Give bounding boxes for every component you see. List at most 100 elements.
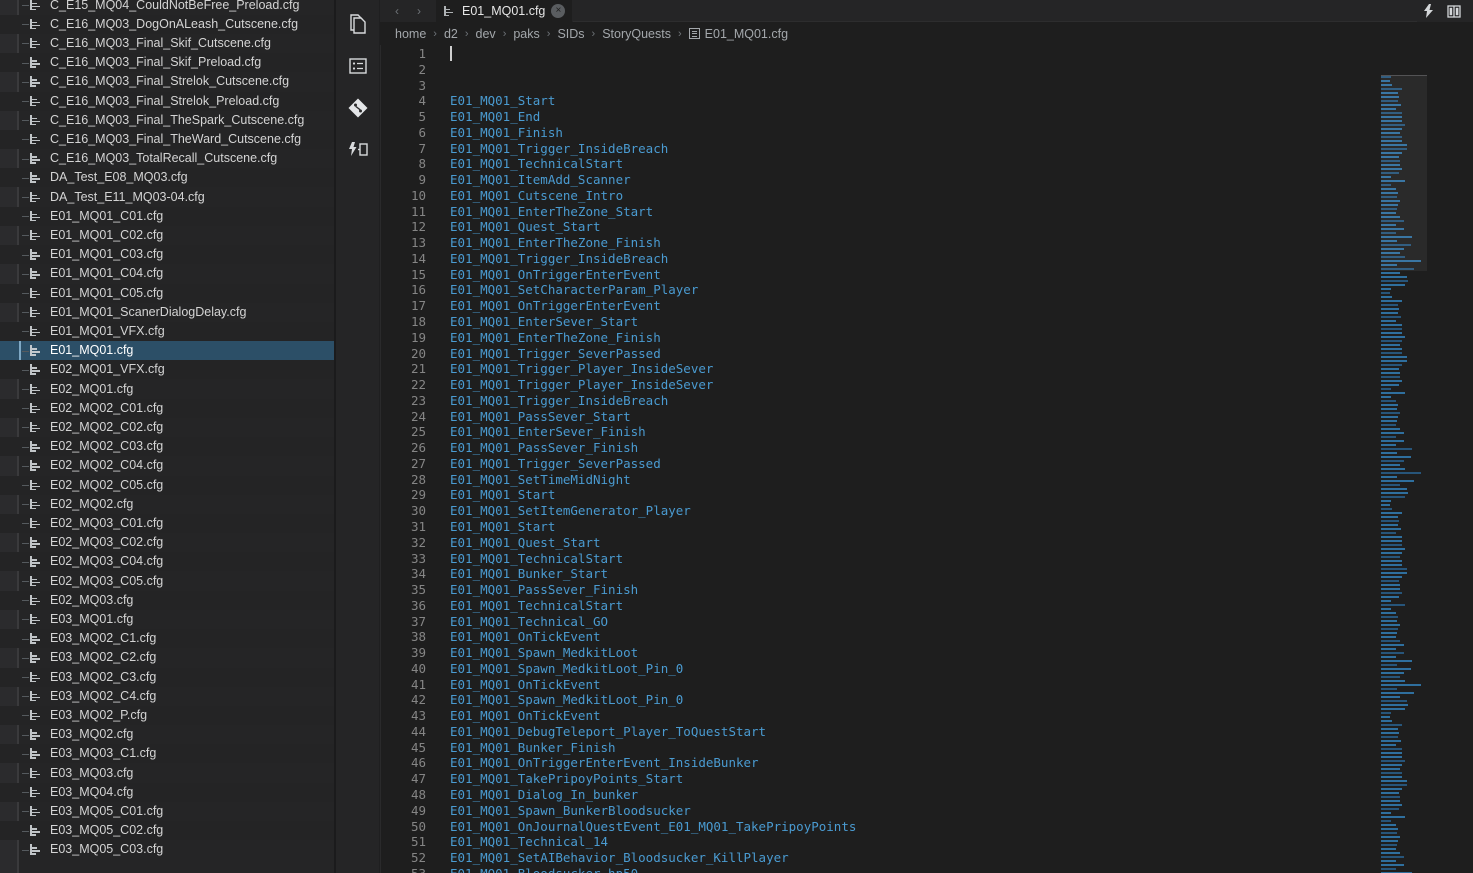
- nav-back-button[interactable]: ‹: [386, 0, 408, 22]
- file-tree-item[interactable]: DA_Test_E11_MQ03-04.cfg: [0, 188, 334, 207]
- code-line[interactable]: E01_MQ01_Trigger_SeverPassed: [450, 346, 1473, 362]
- code-line[interactable]: E01_MQ01_Bunker_Start: [450, 566, 1473, 582]
- file-tree-item[interactable]: E02_MQ02_C03.cfg: [0, 437, 334, 457]
- breadcrumb-item[interactable]: E01_MQ01.cfg: [688, 27, 789, 41]
- code-line[interactable]: E01_MQ01_Trigger_InsideBreach: [450, 393, 1473, 409]
- code-line[interactable]: E01_MQ01_End: [450, 109, 1473, 125]
- file-tree-item[interactable]: E03_MQ02_C1.cfg: [0, 629, 334, 649]
- code-line[interactable]: E01_MQ01_Cutscene_Intro: [450, 188, 1473, 204]
- code-line[interactable]: E01_MQ01_SetItemGenerator_Player: [450, 503, 1473, 519]
- file-tree-item[interactable]: C_E16_MQ03_Final_Skif_Preload.cfg: [0, 53, 334, 73]
- file-tree-item[interactable]: E03_MQ03_C1.cfg: [0, 744, 334, 764]
- code-line[interactable]: E01_MQ01_Spawn_BunkerBloodsucker: [450, 803, 1473, 819]
- file-tree-item[interactable]: E03_MQ05_C03.cfg: [0, 840, 334, 859]
- code-line[interactable]: E01_MQ01_EnterSever_Finish: [450, 424, 1473, 440]
- code-line[interactable]: E01_MQ01_Trigger_Player_InsideSever: [450, 361, 1473, 377]
- file-tree-item[interactable]: E02_MQ02_C02.cfg: [0, 418, 334, 437]
- file-tree-item[interactable]: C_E16_MQ03_Final_TheSpark_Cutscene.cfg: [0, 111, 334, 130]
- breadcrumb[interactable]: home › d2 › dev › paks › SIDs › StoryQuests › E01_MQ…: [380, 22, 1473, 45]
- code-line[interactable]: E01_MQ01_ItemAdd_Scanner: [450, 172, 1473, 188]
- file-tree-item[interactable]: E02_MQ03_C05.cfg: [0, 572, 334, 591]
- file-tree-item[interactable]: E03_MQ04.cfg: [0, 782, 334, 802]
- minimap[interactable]: [1381, 75, 1427, 873]
- file-tree-item[interactable]: E03_MQ02_C3.cfg: [0, 667, 334, 687]
- file-tree-item[interactable]: E03_MQ02_C2.cfg: [0, 648, 334, 667]
- file-tree-item[interactable]: DA_Test_E08_MQ03.cfg: [0, 168, 334, 188]
- breadcrumb-item[interactable]: SIDs: [556, 27, 585, 41]
- code-line[interactable]: E01_MQ01_EnterTheZone_Finish: [450, 330, 1473, 346]
- outline-list-icon[interactable]: [336, 45, 380, 87]
- overview-ruler[interactable]: [1459, 75, 1473, 873]
- file-tree-item[interactable]: E03_MQ02_C4.cfg: [0, 687, 334, 706]
- code-line[interactable]: E01_MQ01_PassSever_Finish: [450, 582, 1473, 598]
- file-tree-item[interactable]: E01_MQ01_C01.cfg: [0, 206, 334, 226]
- file-tree-item[interactable]: E03_MQ02_P.cfg: [0, 705, 334, 726]
- source-control-diamond-icon[interactable]: [336, 87, 380, 129]
- code-line[interactable]: E01_MQ01_Dialog_In_bunker: [450, 787, 1473, 803]
- breadcrumb-item[interactable]: home: [394, 27, 427, 41]
- code-line[interactable]: E01_MQ01_Technical_14: [450, 834, 1473, 850]
- file-tree-item[interactable]: C_E16_MQ03_Final_Strelok_Preload.cfg: [0, 91, 334, 111]
- code-line[interactable]: E01_MQ01_Spawn_MedkitLoot_Pin_0: [450, 661, 1473, 677]
- file-tree-item[interactable]: E02_MQ03.cfg: [0, 590, 334, 610]
- code-line[interactable]: E01_MQ01_Start: [450, 519, 1473, 535]
- code-line[interactable]: E01_MQ01_SetCharacterParam_Player: [450, 282, 1473, 298]
- breadcrumb-item[interactable]: StoryQuests: [601, 27, 672, 41]
- file-tree-item[interactable]: E03_MQ05_C01.cfg: [0, 802, 334, 821]
- file-tree-item[interactable]: C_E16_MQ03_Final_TheWard_Cutscene.cfg: [0, 129, 334, 150]
- code-line[interactable]: E01_MQ01_EnterTheZone_Finish: [450, 235, 1473, 251]
- code-line[interactable]: E01_MQ01_Start: [450, 93, 1473, 109]
- split-editor-icon[interactable]: [1443, 0, 1465, 22]
- file-tree[interactable]: C_E15_MQ04_CouldNotBeFree_Preload.cfg C_E…: [0, 0, 334, 873]
- file-tree-item[interactable]: E01_MQ01_VFX.cfg: [0, 321, 334, 342]
- file-tree-item[interactable]: E01_MQ01_ScanerDialogDelay.cfg: [0, 303, 334, 322]
- code-line[interactable]: E01_MQ01_OnTickEvent: [450, 708, 1473, 724]
- code-line[interactable]: E01_MQ01_DebugTeleport_Player_ToQuestSta…: [450, 724, 1473, 740]
- explorer-copy-icon[interactable]: [336, 3, 380, 45]
- file-tree-item[interactable]: E02_MQ02_C05.cfg: [0, 475, 334, 495]
- breadcrumb-item[interactable]: d2: [443, 27, 459, 41]
- file-tree-item[interactable]: C_E15_MQ04_CouldNotBeFree_Preload.cfg: [0, 0, 334, 15]
- file-tree-item[interactable]: E03_MQ02.cfg: [0, 725, 334, 744]
- file-tree-item[interactable]: E02_MQ01.cfg: [0, 380, 334, 399]
- file-tree-item[interactable]: E02_MQ03_C01.cfg: [0, 513, 334, 534]
- nav-forward-button[interactable]: ›: [408, 0, 430, 22]
- file-tree-item[interactable]: C_E16_MQ03_DogOnALeash_Cutscene.cfg: [0, 14, 334, 34]
- run-debug-node-icon[interactable]: [336, 129, 380, 171]
- file-tree-item[interactable]: C_E16_MQ03_TotalRecall_Cutscene.cfg: [0, 149, 334, 168]
- code-line[interactable]: E01_MQ01_EnterTheZone_Start: [450, 204, 1473, 220]
- code-line[interactable]: E01_MQ01_Trigger_Player_InsideSever: [450, 377, 1473, 393]
- code-line[interactable]: E01_MQ01_OnTickEvent: [450, 677, 1473, 693]
- file-tree-item-selected[interactable]: E01_MQ01.cfg: [0, 341, 334, 361]
- code-line[interactable]: E01_MQ01_TakePripoyPoints_Start: [450, 771, 1473, 787]
- run-lightning-icon[interactable]: [1417, 0, 1439, 22]
- code-line[interactable]: E01_MQ01_PassSever_Finish: [450, 440, 1473, 456]
- code-line[interactable]: E01_MQ01_Technical_GO: [450, 614, 1473, 630]
- code-line[interactable]: E01_MQ01_EnterSever_Start: [450, 314, 1473, 330]
- file-tree-item[interactable]: E02_MQ03_C04.cfg: [0, 552, 334, 572]
- code-line[interactable]: E01_MQ01_OnTriggerEnterEvent: [450, 267, 1473, 283]
- code-line[interactable]: E01_MQ01_OnTickEvent: [450, 629, 1473, 645]
- file-tree-item[interactable]: C_E16_MQ03_Final_Strelok_Cutscene.cfg: [0, 72, 334, 91]
- file-tree-item[interactable]: E01_MQ01_C02.cfg: [0, 226, 334, 245]
- code-line[interactable]: E01_MQ01_OnTriggerEnterEvent: [450, 298, 1473, 314]
- code-line[interactable]: E01_MQ01_Quest_Start: [450, 535, 1473, 551]
- tab-e01-mq01-cfg[interactable]: E01_MQ01.cfg ×: [436, 0, 574, 22]
- breadcrumb-item[interactable]: paks: [512, 27, 540, 41]
- code-editor[interactable]: 1 2 3 4 5 6 7 8 9 10 11 12 13 14 15 16 17 18 19 20 21 22 23 24 2…: [380, 45, 1473, 873]
- fold-gutter[interactable]: [436, 45, 450, 873]
- file-tree-item[interactable]: E02_MQ01_VFX.cfg: [0, 360, 334, 380]
- code-line[interactable]: E01_MQ01_Bloodsucker_hp50: [450, 866, 1473, 873]
- code-line[interactable]: E01_MQ01_SetTimeMidNight: [450, 472, 1473, 488]
- minimap-slider[interactable]: [1381, 75, 1427, 271]
- file-tree-item[interactable]: E03_MQ03.cfg: [0, 764, 334, 783]
- breadcrumb-item[interactable]: dev: [475, 27, 497, 41]
- file-tree-item[interactable]: E03_MQ01.cfg: [0, 610, 334, 629]
- code-line[interactable]: E01_MQ01_Quest_Start: [450, 219, 1473, 235]
- file-tree-item[interactable]: E01_MQ01_C05.cfg: [0, 283, 334, 303]
- file-tree-item[interactable]: C_E16_MQ03_Final_Skif_Cutscene.cfg: [0, 34, 334, 53]
- code-line[interactable]: E01_MQ01_TechnicalStart: [450, 551, 1473, 567]
- code-line[interactable]: E01_MQ01_Trigger_InsideBreach: [450, 251, 1473, 267]
- file-tree-item[interactable]: E02_MQ03_C02.cfg: [0, 533, 334, 552]
- file-tree-item[interactable]: E03_MQ05_C02.cfg: [0, 821, 334, 841]
